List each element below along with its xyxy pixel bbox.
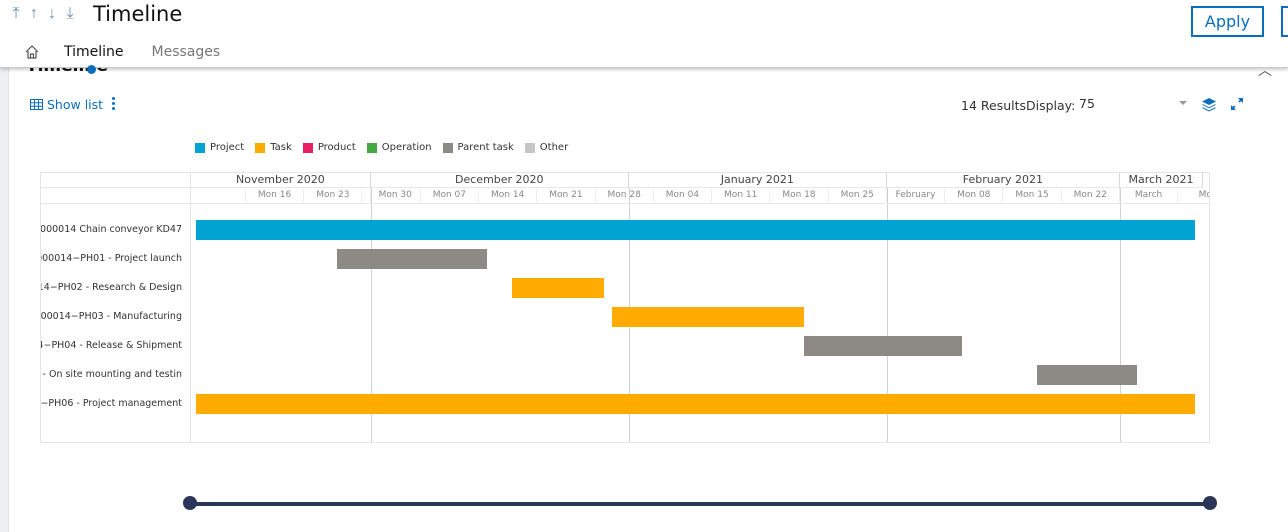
month-header: November 2020 (191, 173, 371, 188)
caret-down-icon (1179, 101, 1187, 105)
gantt-row-label: 11000014 Chain conveyor KD47 (41, 224, 182, 235)
legend-label: Product (317, 142, 356, 153)
legend-label: Operation (381, 142, 432, 153)
week-header: Mon 08 (945, 188, 1004, 204)
week-header: Mon 30 (370, 188, 421, 204)
legend-item-project[interactable]: Project (195, 142, 244, 153)
gantt-bar-parent-task[interactable] (1036, 365, 1137, 385)
top-bar: ⤒ ↑ ↓ ⤓ Timeline Apply Timeline Messages (0, 0, 1288, 68)
gantt-timeline-area: November 2020 December 2020 January 2021 Fe… (191, 173, 1209, 442)
range-slider-start-handle[interactable] (183, 496, 197, 510)
arrow-down-icon[interactable]: ↓ (46, 5, 58, 23)
week-header: Mon 14 (479, 188, 538, 204)
row-label-text: 11000014−PH02 - Research & Design (41, 282, 182, 293)
gantt-row-label: 11000014−PH01 - Project launch (41, 253, 182, 264)
record-navigation: ⤒ ↑ ↓ ⤓ (10, 5, 76, 23)
legend-swatch (524, 142, 535, 153)
week-header: Mon 25 (828, 188, 887, 204)
left-gutter (0, 68, 9, 532)
row-label-text: 11000014−PH03 - Manufacturing (41, 311, 182, 322)
gantt-bar-task[interactable] (512, 278, 604, 298)
week-header: Mon 21 (537, 188, 596, 204)
legend-label: Other (539, 142, 569, 153)
show-list-label: Show list (47, 97, 104, 112)
show-list-button[interactable]: Show list (30, 97, 103, 112)
tab-bar: Timeline Messages (24, 44, 248, 60)
chevron-up-icon[interactable]: ︿ (1258, 60, 1272, 80)
layers-icon[interactable] (1201, 97, 1217, 113)
gantt-bar-parent-task[interactable] (803, 336, 962, 356)
gantt-bar-task[interactable] (195, 394, 1195, 414)
legend-label: Task (270, 142, 292, 153)
month-header: January 2021 (628, 173, 887, 188)
gantt-chart: 11000014 Chain conveyor KD47 11000014−PH0… (40, 172, 1210, 443)
legend-item-other[interactable]: Other (524, 142, 569, 153)
legend-item-parent-task[interactable]: Parent task (442, 142, 514, 153)
month-header: December 2020 (370, 173, 629, 188)
legend-item-product[interactable]: Product (302, 142, 356, 153)
row-label-text: 11000014−PH04 - Release & Shipment (41, 340, 182, 351)
week-header: Mon 16 (245, 188, 305, 204)
results-count: 14 Results (961, 98, 1027, 113)
more-options-icon[interactable] (112, 97, 118, 112)
row-label-text: 11000014 Chain conveyor KD47 (41, 224, 182, 235)
gantt-row-label: 11000014−PH03 - Manufacturing (41, 311, 182, 322)
gantt-row-label: 11000014−PH02 - Research & Design (41, 282, 182, 293)
legend-swatch (442, 142, 453, 153)
display-select[interactable]: 75 (1079, 96, 1189, 116)
gantt-bar-parent-task[interactable] (337, 249, 488, 269)
gantt-row-label: 11000014−PH04 - Release & Shipment (41, 340, 182, 351)
week-header: February (886, 188, 946, 204)
month-header: March 2021 (1119, 173, 1204, 188)
arrow-to-bottom-icon[interactable]: ⤓ (64, 5, 76, 23)
display-label: Display: (1026, 98, 1076, 113)
row-label-text: 11000014−PH05 - On site mounting and tes… (41, 369, 182, 380)
arrow-to-top-icon[interactable]: ⤒ (10, 5, 22, 23)
week-header: March (1119, 188, 1179, 204)
legend-swatch (195, 142, 205, 153)
week-header: Mon 04 (653, 188, 713, 204)
legend-item-operation[interactable]: Operation (366, 142, 432, 153)
legend-swatch (302, 142, 313, 153)
legend-item-task[interactable]: Task (255, 142, 292, 153)
week-header: Mon 11 (712, 188, 771, 204)
row-label-text: 11000014−PH06 - Project management (41, 398, 182, 409)
expand-icon[interactable] (1229, 96, 1245, 112)
arrow-up-icon[interactable]: ↑ (28, 5, 40, 23)
legend-label: Parent task (457, 142, 514, 153)
range-slider-end-handle[interactable] (1203, 496, 1217, 510)
active-tab-indicator (87, 65, 96, 74)
gantt-bar-project[interactable] (195, 220, 1195, 240)
chart-legend: Project Task Product Operation Parent task Ot… (195, 142, 579, 153)
week-header: Mon 22 (1061, 188, 1120, 204)
home-icon[interactable] (24, 44, 40, 60)
row-labels: 11000014 Chain conveyor KD47 11000014−PH0… (41, 173, 191, 442)
tab-timeline[interactable]: Timeline (64, 44, 124, 60)
range-slider-track[interactable] (190, 502, 1210, 506)
display-value: 75 (1079, 96, 1095, 111)
tab-messages[interactable]: Messages (152, 44, 221, 60)
table-icon (30, 99, 43, 110)
apply-button[interactable]: Apply (1191, 6, 1264, 37)
week-header: Mon 18 (770, 188, 829, 204)
week-header: Mon (1178, 188, 1209, 204)
month-header: February 2021 (886, 173, 1120, 188)
legend-label: Project (210, 142, 245, 153)
legend-swatch (366, 142, 377, 153)
page-title: Timeline (93, 2, 183, 26)
gantt-row-label: 11000014−PH06 - Project management (41, 398, 182, 409)
week-header (191, 188, 246, 204)
row-label-text: 11000014−PH01 - Project launch (41, 253, 182, 264)
week-header (362, 188, 371, 204)
legend-swatch (255, 142, 266, 153)
gantt-row-label: 11000014−PH05 - On site mounting and tes… (41, 369, 182, 380)
week-header: Mon 28 (595, 188, 654, 204)
gantt-bar-task[interactable] (612, 307, 804, 327)
week-header: Mon 07 (420, 188, 479, 204)
secondary-button[interactable] (1281, 6, 1288, 37)
week-header: Mon 15 (1003, 188, 1062, 204)
week-header: Mon 23 (304, 188, 363, 204)
